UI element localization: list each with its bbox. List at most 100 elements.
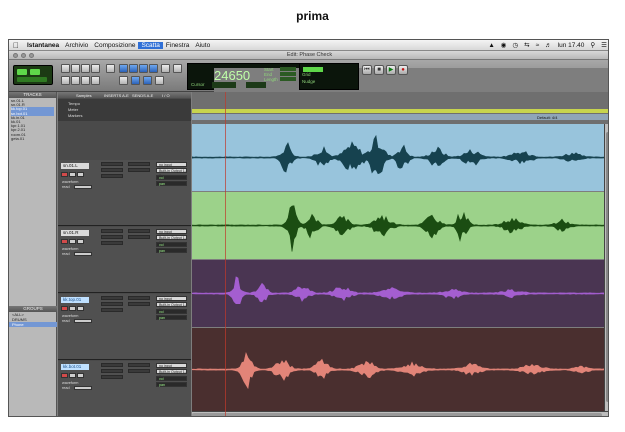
- view-label[interactable]: waveform: [62, 247, 78, 251]
- zoom-preset-4-button[interactable]: [91, 76, 100, 85]
- view-label[interactable]: waveform: [62, 381, 78, 385]
- input-selector[interactable]: no input: [156, 363, 187, 368]
- zoom-tool-icon[interactable]: [106, 64, 115, 73]
- output-selector[interactable]: Built-in Output 1-2: [156, 369, 187, 379]
- play-button[interactable]: ▶: [386, 65, 396, 75]
- timeline-rulers[interactable]: Default: 4/4: [192, 92, 608, 124]
- pan-display[interactable]: pan: [156, 248, 187, 253]
- insert-slot[interactable]: [101, 229, 123, 233]
- volume-display[interactable]: vol: [156, 376, 187, 381]
- pan-display[interactable]: pan: [156, 382, 187, 387]
- automation-box[interactable]: [74, 319, 92, 323]
- main-counter[interactable]: 24650 Start End Length Cursor: [187, 63, 608, 394]
- pencil-tool-icon[interactable]: [161, 64, 170, 73]
- record-enable-button[interactable]: [61, 373, 68, 378]
- send-slot[interactable]: [128, 296, 150, 300]
- menu-app-name[interactable]: Istantanea: [24, 42, 62, 49]
- track-lane-4[interactable]: [192, 328, 604, 411]
- minimize-window-button[interactable]: [21, 53, 26, 58]
- length-value-field[interactable]: [280, 77, 296, 81]
- insert-slot[interactable]: [101, 241, 123, 245]
- menu-archivio[interactable]: Archivio: [62, 42, 91, 49]
- read-label[interactable]: read: [62, 386, 70, 390]
- send-slot[interactable]: [128, 235, 150, 239]
- search-icon[interactable]: ⚲: [587, 41, 598, 49]
- waveform-1[interactable]: [192, 124, 604, 191]
- clock-text[interactable]: lun 17.40: [555, 42, 588, 49]
- group-item[interactable]: Phone: [9, 322, 57, 327]
- pan-display[interactable]: pan: [156, 315, 187, 320]
- wifi-icon[interactable]: ≈: [533, 42, 543, 49]
- stop-button[interactable]: ■: [374, 65, 384, 75]
- view-label[interactable]: waveform: [62, 180, 78, 184]
- automation-box[interactable]: [74, 185, 92, 189]
- insert-slot[interactable]: [101, 174, 123, 178]
- insert-slot[interactable]: [101, 369, 123, 373]
- record-enable-button[interactable]: [61, 172, 68, 177]
- volume-display[interactable]: vol: [156, 242, 187, 247]
- edit-mode-display[interactable]: [13, 65, 53, 85]
- send-slot[interactable]: [128, 162, 150, 166]
- zoom-preset-3-button[interactable]: [81, 76, 90, 85]
- track-name[interactable]: kk.top.01: [61, 297, 89, 303]
- cursor-value-field[interactable]: [212, 82, 236, 88]
- slip-mode-button[interactable]: [81, 64, 90, 73]
- solo-button[interactable]: [69, 172, 76, 177]
- input-selector[interactable]: no input: [156, 162, 187, 167]
- triangle-icon[interactable]: ▲: [485, 42, 497, 49]
- zoom-preset-2-button[interactable]: [71, 76, 80, 85]
- track-name[interactable]: sn.01.R: [61, 230, 89, 236]
- default-meter-marker[interactable]: Default: 4/4: [537, 115, 557, 120]
- grid-mode-button[interactable]: [91, 64, 100, 73]
- timer-icon[interactable]: ◷: [509, 41, 521, 49]
- insert-slot[interactable]: [101, 308, 123, 312]
- pan-display[interactable]: pan: [156, 181, 187, 186]
- automation-box[interactable]: [74, 386, 92, 390]
- spot-mode-button[interactable]: [71, 64, 80, 73]
- record-enable-button[interactable]: [61, 239, 68, 244]
- input-selector[interactable]: no input: [156, 229, 187, 234]
- track-list-item[interactable]: geta.01: [11, 137, 54, 141]
- output-selector[interactable]: Built-in Output 1-2: [156, 235, 187, 245]
- mute-button[interactable]: [77, 306, 84, 311]
- waveform-4[interactable]: [192, 328, 604, 411]
- waveform-2[interactable]: [192, 192, 604, 259]
- insert-slot[interactable]: [101, 375, 123, 379]
- solo-button[interactable]: [69, 239, 76, 244]
- read-label[interactable]: read: [62, 319, 70, 323]
- start-value-field[interactable]: [280, 67, 296, 71]
- insert-slot[interactable]: [101, 162, 123, 166]
- horizontal-scrollbar[interactable]: [192, 411, 608, 416]
- insert-slot[interactable]: [101, 363, 123, 367]
- volume-icon[interactable]: ♬: [542, 42, 555, 49]
- track-name[interactable]: sn.01.L: [61, 163, 89, 169]
- trim-tool-icon[interactable]: [119, 64, 128, 73]
- keyboard-focus-icon[interactable]: [155, 76, 164, 85]
- send-slot[interactable]: [128, 369, 150, 373]
- mute-button[interactable]: [77, 172, 84, 177]
- arrows-icon[interactable]: ⇆: [521, 41, 532, 49]
- volume-display[interactable]: vol: [156, 309, 187, 314]
- shield-icon[interactable]: ◉: [498, 41, 510, 49]
- read-label[interactable]: read: [62, 185, 70, 189]
- send-slot[interactable]: [128, 168, 150, 172]
- tab-to-transient-icon[interactable]: [131, 76, 140, 85]
- input-selector[interactable]: no input: [156, 296, 187, 301]
- cursor-level-field[interactable]: [246, 82, 266, 88]
- read-label[interactable]: read: [62, 252, 70, 256]
- apple-icon[interactable]: : [9, 41, 24, 50]
- volume-display[interactable]: vol: [156, 175, 187, 180]
- menu-scatta[interactable]: Scatta: [138, 41, 163, 49]
- grid-nudge-display[interactable]: Grid Nudge: [299, 63, 359, 90]
- solo-button[interactable]: [69, 306, 76, 311]
- vertical-scrollbar[interactable]: [604, 124, 608, 411]
- playhead-marker[interactable]: [225, 92, 226, 416]
- output-selector[interactable]: Built-in Output 1-2: [156, 302, 187, 312]
- solo-button[interactable]: [69, 373, 76, 378]
- samples-ruler[interactable]: [192, 93, 608, 98]
- list-icon[interactable]: ☰: [598, 41, 608, 49]
- track-lane-3[interactable]: [192, 260, 604, 327]
- send-slot[interactable]: [128, 363, 150, 367]
- menu-composizione[interactable]: Composizione: [91, 42, 138, 49]
- insert-slot[interactable]: [101, 302, 123, 306]
